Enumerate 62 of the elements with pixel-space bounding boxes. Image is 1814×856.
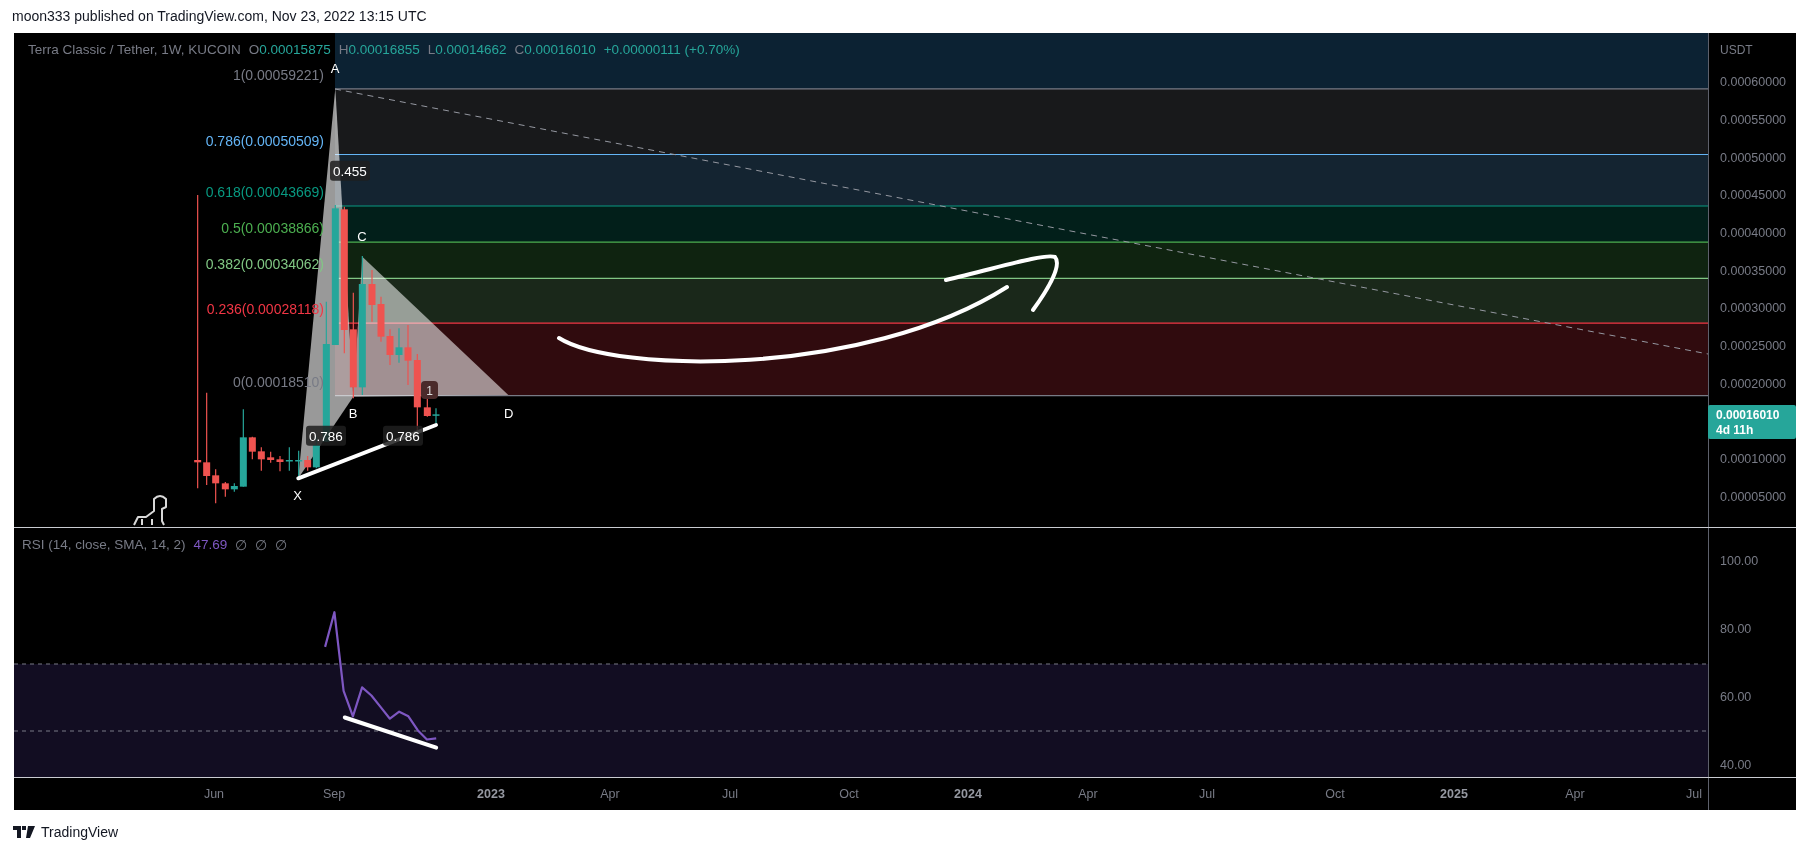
time-tick: Jun [203, 787, 225, 801]
price-tick: 0.00030000 [1720, 301, 1787, 316]
price-change: +0.00000111 (+0.70%) [603, 42, 740, 57]
rsi-tick: 80.00 [1720, 622, 1752, 637]
price-tick: 0.00055000 [1720, 113, 1787, 127]
brand-name: TradingView [41, 824, 119, 840]
rsi-tick: 60.00 [1720, 690, 1752, 705]
count-label: 1 [421, 381, 438, 399]
time-tick: Apr [1078, 787, 1098, 801]
point-label: D [504, 406, 514, 421]
ohlc-label: O [248, 42, 260, 57]
time-tick: 2023 [477, 787, 505, 801]
time-tick: Jul [1686, 787, 1702, 801]
price-tick: 0.00020000 [1720, 376, 1787, 391]
fib-level-label: 1(0.00059221) [232, 66, 324, 83]
ohlc-value: 0.00016855 [348, 42, 420, 57]
price-tick: 0.00005000 [1720, 489, 1787, 504]
ratio-label: 0.455 [330, 160, 370, 181]
point-label: X [293, 488, 303, 503]
price-tick: 0.00060000 [1720, 75, 1787, 90]
point-label: B [348, 406, 358, 421]
ohlc-value: 0.00015875 [259, 42, 331, 57]
empty-value: ∅ [275, 537, 288, 553]
fib-level-label: 0.786(0.00050509) [205, 132, 324, 149]
ratio-label: 0.786 [306, 425, 346, 446]
time-tick: Apr [1565, 787, 1585, 801]
bar-countdown: 4d 11h [1716, 423, 1754, 437]
ohlc-label: L [427, 42, 436, 57]
rsi-tick: 100.00 [1720, 554, 1759, 569]
time-tick: 2024 [954, 787, 982, 801]
ohlc-label: C [514, 42, 525, 57]
ohlc-value: 0.00014662 [435, 42, 507, 57]
ohlc-value: 0.00016010 [524, 42, 596, 57]
time-tick: 2025 [1440, 787, 1468, 801]
price-tick: 0.00050000 [1720, 150, 1787, 165]
time-tick: Oct [839, 787, 859, 801]
time-tick: Jul [1199, 787, 1215, 801]
price-tick: 0.00035000 [1720, 263, 1787, 278]
empty-value: ∅ [235, 537, 248, 553]
axis-unit: USDT [1720, 43, 1753, 57]
ohlc-label: H [338, 42, 349, 57]
empty-value: ∅ [255, 537, 268, 553]
point-label: C [357, 229, 367, 244]
symbol-title: Terra Classic / Tether, 1W, KUCOIN [28, 42, 241, 57]
brand-logo-icon [13, 826, 35, 838]
current-price: 0.00016010 [1716, 408, 1780, 422]
ratio-label: 0.786 [383, 425, 423, 446]
rsi-tick: 40.00 [1720, 758, 1752, 773]
fib-level-label: 0.618(0.00043669) [205, 184, 324, 200]
dino-icon [133, 495, 167, 526]
time-tick: Apr [600, 787, 620, 801]
rsi-value: 47.69 [193, 537, 228, 553]
time-tick: Oct [1325, 787, 1345, 801]
price-tick: 0.00045000 [1720, 188, 1787, 203]
time-tick: Jul [722, 787, 738, 801]
price-tick: 0.00010000 [1720, 452, 1787, 467]
indicator-title: RSI (14, close, SMA, 14, 2) [22, 537, 186, 553]
price-tick: 0.00025000 [1720, 339, 1787, 354]
price-tick: 0.00040000 [1720, 226, 1787, 240]
publisher-text: moon333 published on TradingView.com, Nov 23, 2022 13:15 UTC [12, 8, 427, 24]
time-tick: Sep [322, 787, 346, 801]
point-label: A [330, 61, 340, 76]
